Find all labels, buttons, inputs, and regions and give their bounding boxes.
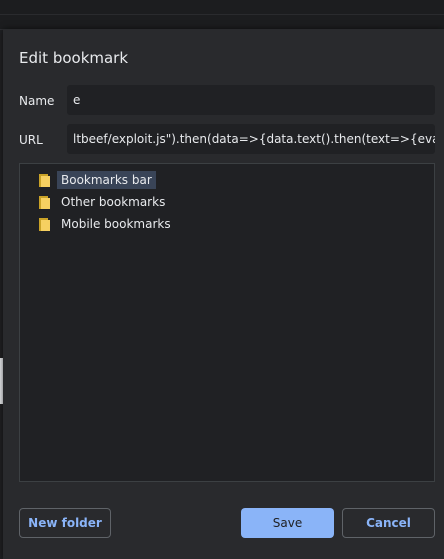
folder-tree[interactable]: Bookmarks bar Other bookmarks Mobile boo… — [19, 163, 435, 482]
folder-icon — [38, 217, 50, 231]
tree-item-other-bookmarks[interactable]: Other bookmarks — [38, 192, 169, 212]
name-label: Name — [19, 94, 55, 108]
tree-item-bookmarks-bar[interactable]: Bookmarks bar — [38, 170, 156, 190]
tree-item-mobile-bookmarks[interactable]: Mobile bookmarks — [38, 214, 175, 234]
url-input-value: ltbeef/exploit.js").then(data=>{data.tex… — [73, 132, 435, 146]
tree-item-label: Bookmarks bar — [57, 171, 156, 189]
dialog-title: Edit bookmark — [19, 49, 129, 67]
save-button[interactable]: Save — [241, 508, 334, 538]
folder-icon — [38, 195, 50, 209]
folder-icon — [38, 173, 50, 187]
background-divider — [0, 14, 444, 15]
cancel-button[interactable]: Cancel — [342, 508, 435, 538]
url-label: URL — [19, 133, 43, 147]
background-window-strip — [0, 0, 444, 30]
tree-item-label: Other bookmarks — [61, 195, 166, 209]
url-input[interactable]: ltbeef/exploit.js").then(data=>{data.tex… — [67, 124, 435, 154]
edit-bookmark-dialog: Edit bookmark Name e URL ltbeef/exploit.… — [3, 29, 444, 559]
tree-item-label: Mobile bookmarks — [61, 217, 171, 231]
name-input[interactable]: e — [67, 85, 435, 115]
new-folder-button[interactable]: New folder — [19, 508, 111, 538]
